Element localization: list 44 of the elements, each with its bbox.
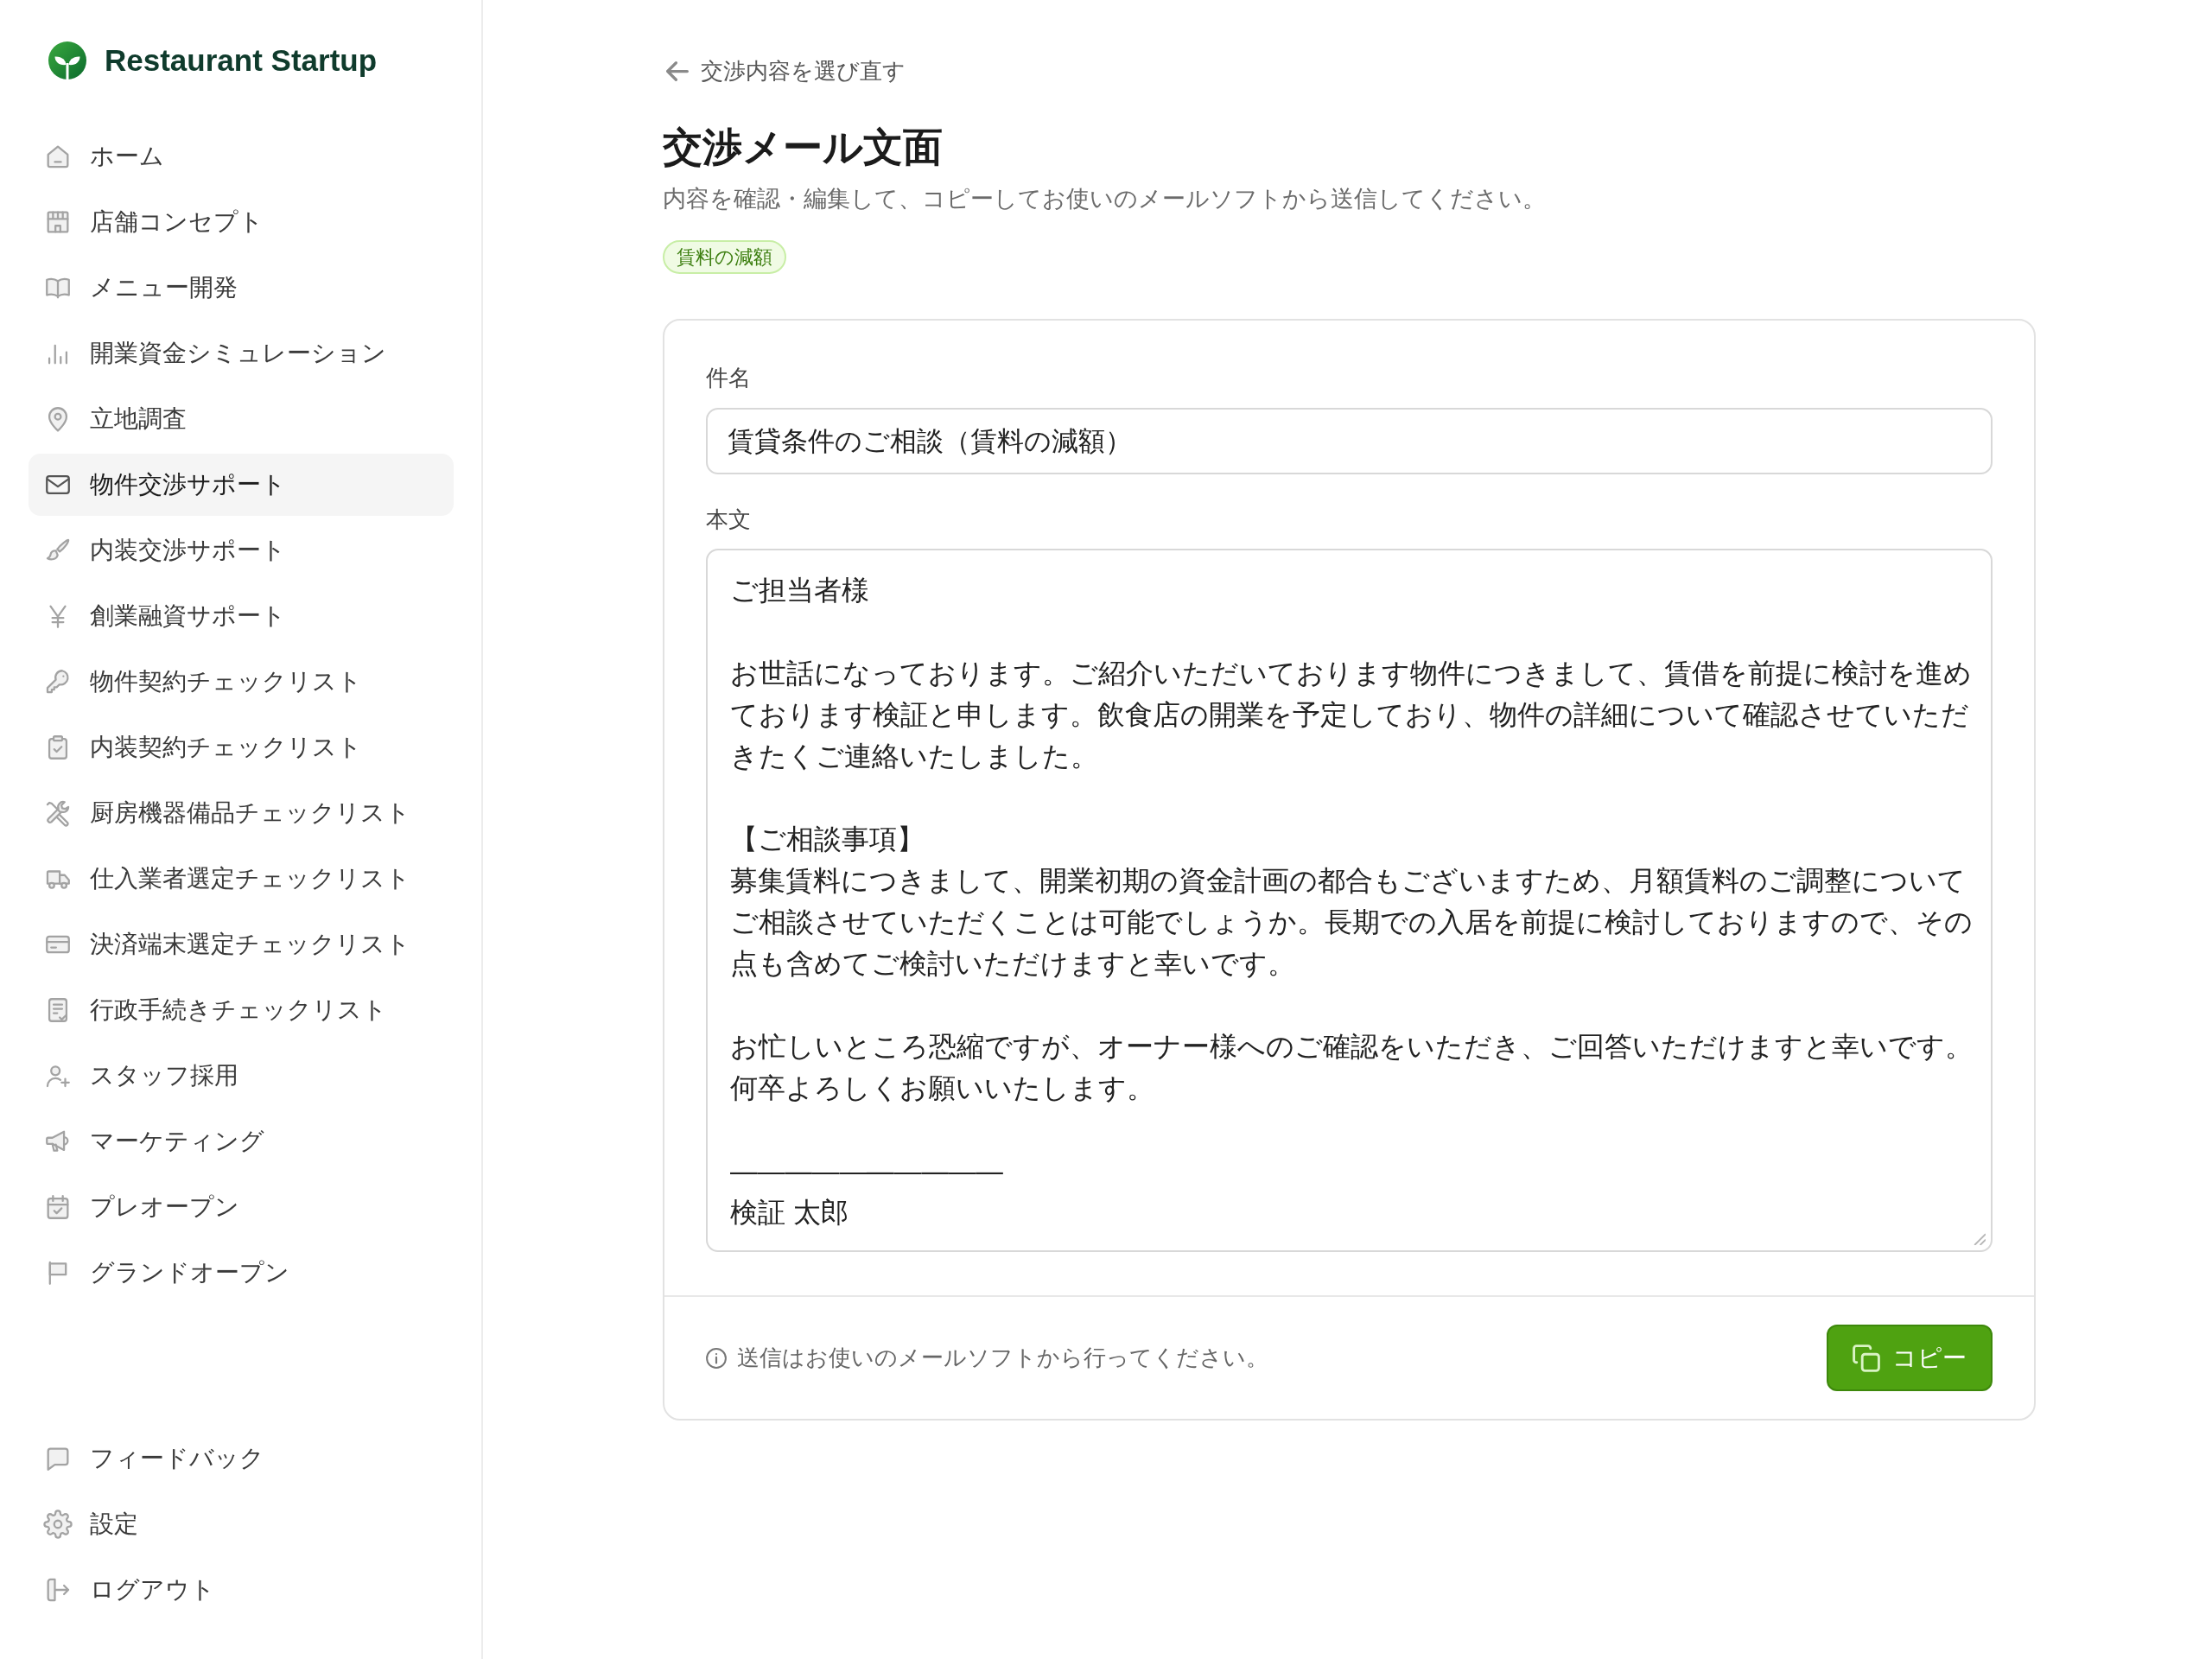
- sidebar-item[interactable]: フィードバック: [29, 1427, 454, 1490]
- sprout-logo-icon: [48, 41, 86, 79]
- sidebar-item[interactable]: 店舗コンセプト: [29, 191, 454, 253]
- resize-grip-icon: [1972, 1231, 1986, 1245]
- sidebar-item[interactable]: 厨房機器備品チェックリスト: [29, 782, 454, 844]
- info-icon: [706, 1347, 727, 1369]
- sidebar-item[interactable]: 物件交渉サポート: [29, 454, 454, 516]
- page-title: 交渉メール文面: [663, 124, 943, 171]
- sidebar-item[interactable]: 創業融資サポート: [29, 585, 454, 647]
- body-text: お世話になっております。ご紹介いただいております物件につきまして、賃借を前提に検討を進めております検証と申します。飲食店の開業を予定しており、物件の詳細について確認させていただきたくご連絡いたしました。: [730, 657, 1973, 773]
- copy-icon: [1853, 1344, 1880, 1372]
- sidebar-item[interactable]: 決済端末選定チェックリスト: [29, 913, 454, 976]
- brand-name: Restaurant Startup: [105, 43, 378, 78]
- sidebar-item[interactable]: 内装契約チェックリスト: [29, 716, 454, 779]
- body-textarea[interactable]: [706, 549, 1993, 1252]
- footer-note: 送信はお使いのメールソフトから行ってください。: [737, 1344, 1268, 1372]
- sidebar-item[interactable]: 開業資金シミュレーション: [29, 322, 454, 385]
- settings-icon: [43, 1510, 73, 1539]
- sidebar-item[interactable]: マーケティング: [29, 1110, 454, 1173]
- sidebar-item[interactable]: スタッフ採用: [29, 1045, 454, 1107]
- sidebar-item[interactable]: 仕入業者選定チェックリスト: [29, 848, 454, 910]
- back-link[interactable]: 交渉内容を選び直す: [663, 55, 906, 86]
- topic-tag: 賃料の減額: [663, 240, 786, 274]
- body-text: ——————————: [730, 1154, 1004, 1188]
- field-label: 件名: [706, 364, 752, 391]
- sidebar-item[interactable]: グランドオープン: [29, 1242, 454, 1304]
- sidebar-item[interactable]: 内装交渉サポート: [29, 519, 454, 582]
- sidebar-item[interactable]: プレオープン: [29, 1176, 454, 1238]
- back-arrow-icon: [666, 60, 689, 81]
- sidebar-item[interactable]: 行政手続きチェックリスト: [29, 979, 454, 1041]
- body-text: 検証 太郎: [730, 1196, 849, 1230]
- sidebar-item[interactable]: 設定: [29, 1493, 454, 1555]
- body-text: ご担当者様: [730, 574, 870, 607]
- subject-input[interactable]: 賃貸条件のご相談（賃料の減額）: [706, 408, 1993, 474]
- sidebar-item[interactable]: メニュー開発: [29, 257, 454, 319]
- sidebar-item[interactable]: ホーム: [29, 125, 454, 188]
- field-label: 本文: [706, 505, 752, 533]
- sidebar-item[interactable]: 立地調査: [29, 388, 454, 450]
- body-text: 【ご相談事項】: [730, 823, 925, 856]
- body-text: 募集賃料につきまして、開業初期の資金計画の都合もございますため、月額賃料のご調整についてご相談させていただくことは可能でしょうか。長期での入居を前提に検討しておりますので、その点も含めてご検討いただけますと幸いです。: [730, 864, 1974, 981]
- body-text: お忙しいところ恐縮ですが、オーナー様へのご確認をいただき、ご回答いただけますと幸いです。何卒よろしくお願いいたします。: [730, 1030, 1974, 1105]
- page-subtitle: 内容を確認・編集して、コピーしてお使いのメールソフトから送信してください。: [663, 185, 1546, 213]
- sidebar-item[interactable]: 物件契約チェックリスト: [29, 651, 454, 713]
- sidebar-item[interactable]: ログアウト: [29, 1559, 454, 1621]
